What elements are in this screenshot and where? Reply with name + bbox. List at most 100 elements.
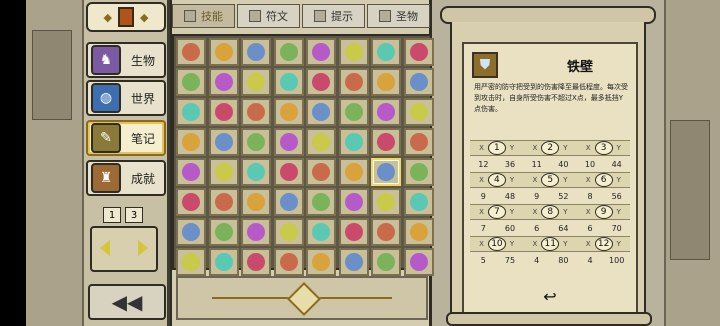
skill-icon bbox=[312, 193, 330, 211]
skill-cell[interactable] bbox=[338, 38, 369, 66]
skill-cell[interactable] bbox=[338, 188, 369, 216]
skill-cell[interactable] bbox=[371, 38, 401, 66]
skill-cell[interactable] bbox=[403, 68, 434, 96]
skill-cell[interactable] bbox=[208, 128, 239, 156]
skill-cell[interactable] bbox=[208, 98, 239, 126]
skill-icon bbox=[312, 223, 330, 241]
journal-button[interactable]: ◆ ◆ bbox=[86, 2, 166, 32]
tab-skills[interactable]: 技能 bbox=[172, 4, 235, 28]
back-button[interactable]: ◀◀ bbox=[88, 284, 166, 320]
skill-cell[interactable] bbox=[338, 98, 369, 126]
next-page-icon[interactable] bbox=[138, 240, 148, 256]
skill-cell[interactable] bbox=[241, 68, 271, 96]
skill-cell[interactable] bbox=[273, 248, 304, 276]
sidebar-item-creatures[interactable]: ♞ 生物 bbox=[86, 42, 166, 78]
skill-cell[interactable] bbox=[338, 158, 369, 186]
skill-cell[interactable] bbox=[241, 188, 271, 216]
skill-cell[interactable] bbox=[241, 248, 271, 276]
level-table: X 1 Y X 2 Y X 3 Y 12 36 11 40 10 44 X 4 Y X 5 Y X 6 Y 9 48 9 52 8 56 X… bbox=[470, 140, 630, 268]
skill-icon bbox=[247, 43, 265, 61]
skill-cell[interactable] bbox=[306, 68, 336, 96]
skill-cell[interactable] bbox=[371, 188, 401, 216]
skill-icon bbox=[409, 43, 428, 61]
skill-cell[interactable] bbox=[403, 128, 434, 156]
skill-cell[interactable] bbox=[371, 128, 401, 156]
skill-cell[interactable] bbox=[241, 218, 271, 246]
level-number: 8 bbox=[541, 205, 560, 219]
skill-cell[interactable] bbox=[403, 38, 434, 66]
skill-cell[interactable] bbox=[306, 218, 336, 246]
x-label: X bbox=[585, 144, 591, 152]
skill-cell[interactable] bbox=[371, 248, 401, 276]
notes-icon: ✎ bbox=[91, 123, 121, 153]
skill-cell[interactable] bbox=[176, 38, 206, 66]
skill-cell[interactable] bbox=[403, 188, 434, 216]
skill-cell[interactable] bbox=[338, 248, 369, 276]
creature-icon: ♞ bbox=[91, 45, 121, 75]
sidebar-item-world[interactable]: ◍ 世界 bbox=[86, 80, 166, 116]
skill-cell[interactable] bbox=[176, 98, 206, 126]
skill-cell[interactable] bbox=[338, 68, 369, 96]
skill-cell[interactable] bbox=[306, 38, 336, 66]
skill-icon bbox=[409, 193, 428, 211]
skill-icon bbox=[182, 133, 200, 151]
sidebar-item-notes[interactable]: ✎ 笔记 bbox=[86, 120, 166, 156]
skill-cell[interactable] bbox=[241, 128, 271, 156]
skill-cell[interactable] bbox=[241, 158, 271, 186]
skill-cell[interactable] bbox=[371, 218, 401, 246]
tab-runes[interactable]: 符文 bbox=[237, 4, 300, 28]
skill-cell[interactable] bbox=[273, 188, 304, 216]
skill-cell[interactable] bbox=[176, 218, 206, 246]
skill-cell[interactable] bbox=[273, 128, 304, 156]
skill-cell[interactable] bbox=[338, 218, 369, 246]
rune-icon bbox=[249, 10, 261, 22]
skill-cell[interactable] bbox=[176, 158, 206, 186]
skill-cell[interactable] bbox=[306, 248, 336, 276]
skill-cell[interactable] bbox=[176, 248, 206, 276]
tab-hints[interactable]: 提示 bbox=[302, 4, 365, 28]
skill-cell[interactable] bbox=[241, 98, 271, 126]
skill-cell[interactable] bbox=[306, 98, 336, 126]
skill-cell[interactable] bbox=[208, 218, 239, 246]
skill-cell[interactable] bbox=[273, 38, 304, 66]
skill-cell[interactable] bbox=[241, 38, 271, 66]
x-value: 5 bbox=[480, 255, 486, 265]
skill-cell[interactable] bbox=[306, 128, 336, 156]
return-icon[interactable]: ↩ bbox=[538, 287, 562, 306]
skill-cell[interactable] bbox=[176, 68, 206, 96]
skill-icon bbox=[247, 223, 265, 241]
level-header: X1Y bbox=[470, 141, 523, 155]
skill-cell[interactable] bbox=[403, 98, 434, 126]
skill-cell[interactable] bbox=[273, 98, 304, 126]
skill-cell[interactable] bbox=[273, 158, 304, 186]
skill-icon bbox=[377, 163, 395, 181]
tab-relics[interactable]: 圣物 bbox=[367, 4, 430, 28]
skill-cell[interactable] bbox=[273, 68, 304, 96]
x-value: 11 bbox=[531, 159, 542, 169]
skill-cell[interactable] bbox=[176, 188, 206, 216]
skill-cell[interactable] bbox=[371, 158, 401, 186]
x-value: 6 bbox=[587, 223, 593, 233]
skill-cell[interactable] bbox=[208, 68, 239, 96]
skill-cell[interactable] bbox=[338, 128, 369, 156]
x-label: X bbox=[479, 208, 484, 216]
skill-cell[interactable] bbox=[176, 128, 206, 156]
skill-cell[interactable] bbox=[371, 98, 401, 126]
skill-cell[interactable] bbox=[403, 218, 434, 246]
skill-cell[interactable] bbox=[403, 248, 434, 276]
sidebar-item-achievements[interactable]: ♜ 成就 bbox=[86, 160, 166, 196]
skill-cell[interactable] bbox=[403, 158, 434, 186]
prev-page-icon[interactable] bbox=[100, 240, 110, 256]
skill-icon bbox=[344, 73, 363, 91]
skill-icon bbox=[409, 133, 428, 151]
skill-cell[interactable] bbox=[208, 188, 239, 216]
x-label: X bbox=[532, 208, 538, 216]
skill-cell[interactable] bbox=[208, 248, 239, 276]
skill-cell[interactable] bbox=[306, 158, 336, 186]
skill-cell[interactable] bbox=[208, 38, 239, 66]
skill-cell[interactable] bbox=[273, 218, 304, 246]
skill-cell[interactable] bbox=[371, 68, 401, 96]
decorative-ornament bbox=[176, 276, 428, 320]
skill-cell[interactable] bbox=[208, 158, 239, 186]
skill-cell[interactable] bbox=[306, 188, 336, 216]
